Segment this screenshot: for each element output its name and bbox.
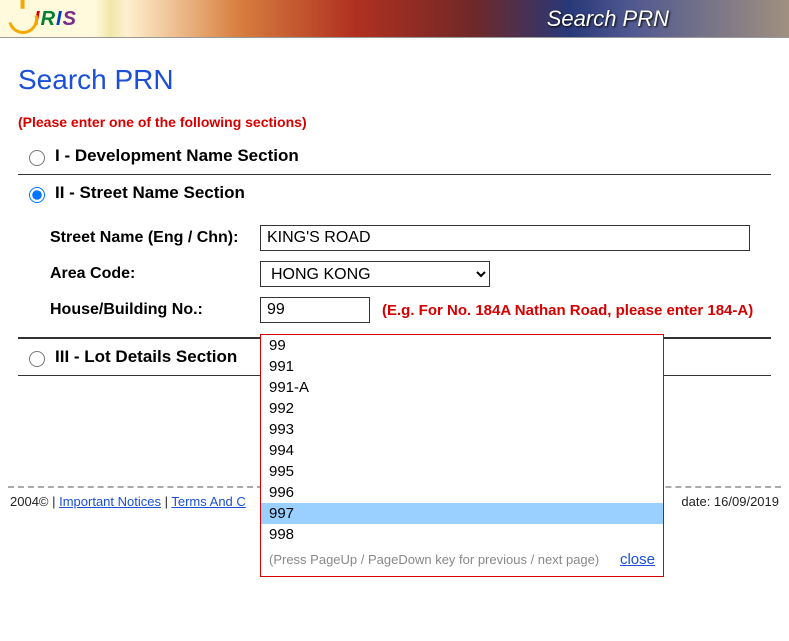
footer-date-label: date:	[681, 494, 714, 509]
autocomplete-close-link[interactable]: close	[620, 551, 655, 568]
footer-left: 2004© | Important Notices | Terms And C	[10, 494, 246, 509]
house-row: House/Building No.: (E.g. For No. 184A N…	[50, 297, 771, 323]
copyright-text: 2004© |	[10, 494, 59, 509]
autocomplete-item[interactable]: 991	[261, 356, 663, 377]
house-hint: (E.g. For No. 184A Nathan Road, please e…	[382, 302, 753, 319]
section-1-row[interactable]: I - Development Name Section	[18, 138, 771, 175]
autocomplete-list: 99991991-A992993994995996997998	[261, 335, 663, 545]
autocomplete-item[interactable]: 994	[261, 440, 663, 461]
area-label: Area Code:	[50, 265, 260, 283]
footer-date: 16/09/2019	[714, 494, 779, 509]
section-3-label: III - Lot Details Section	[55, 347, 237, 367]
street-label: Street Name (Eng / Chn):	[50, 229, 260, 247]
iris-logo: IRIS	[8, 0, 77, 38]
autocomplete-item[interactable]: 993	[261, 419, 663, 440]
section-1-label: I - Development Name Section	[55, 146, 299, 166]
autocomplete-item[interactable]: 997	[261, 503, 663, 524]
section-1-radio[interactable]	[29, 150, 45, 166]
footer-right: date: 16/09/2019	[681, 494, 779, 509]
area-code-select[interactable]: HONG KONG	[260, 261, 490, 287]
section-2-radio[interactable]	[29, 187, 45, 203]
house-label: House/Building No.:	[50, 301, 260, 319]
content: Search PRN (Please enter one of the foll…	[0, 38, 789, 486]
header-banner: IRIS Search PRN	[0, 0, 789, 38]
logo-swirl-icon	[3, 0, 44, 39]
autocomplete-item[interactable]: 991-A	[261, 377, 663, 398]
autocomplete-item[interactable]: 995	[261, 461, 663, 482]
section-3-radio[interactable]	[29, 351, 45, 367]
banner-title: Search PRN	[547, 0, 669, 38]
autocomplete-note: (Press PageUp / PageDown key for previou…	[269, 552, 599, 567]
street-name-input[interactable]	[260, 225, 750, 251]
section-2-label: II - Street Name Section	[55, 183, 245, 203]
instruction-text: (Please enter one of the following secti…	[18, 114, 771, 130]
autocomplete-dropdown: 99991991-A992993994995996997998 (Press P…	[260, 334, 664, 577]
page-title: Search PRN	[18, 64, 771, 96]
autocomplete-item[interactable]: 992	[261, 398, 663, 419]
autocomplete-item[interactable]: 99	[261, 335, 663, 356]
footer-sep: |	[161, 494, 171, 509]
house-number-input[interactable]	[260, 297, 370, 323]
street-row: Street Name (Eng / Chn):	[50, 225, 771, 251]
autocomplete-item[interactable]: 998	[261, 524, 663, 545]
area-row: Area Code: HONG KONG	[50, 261, 771, 287]
section-2-row[interactable]: II - Street Name Section	[18, 175, 771, 211]
terms-link[interactable]: Terms And C	[171, 494, 245, 509]
autocomplete-item[interactable]: 996	[261, 482, 663, 503]
important-notices-link[interactable]: Important Notices	[59, 494, 161, 509]
autocomplete-footer: (Press PageUp / PageDown key for previou…	[261, 545, 663, 576]
street-section-form: Street Name (Eng / Chn): Area Code: HONG…	[18, 211, 771, 338]
